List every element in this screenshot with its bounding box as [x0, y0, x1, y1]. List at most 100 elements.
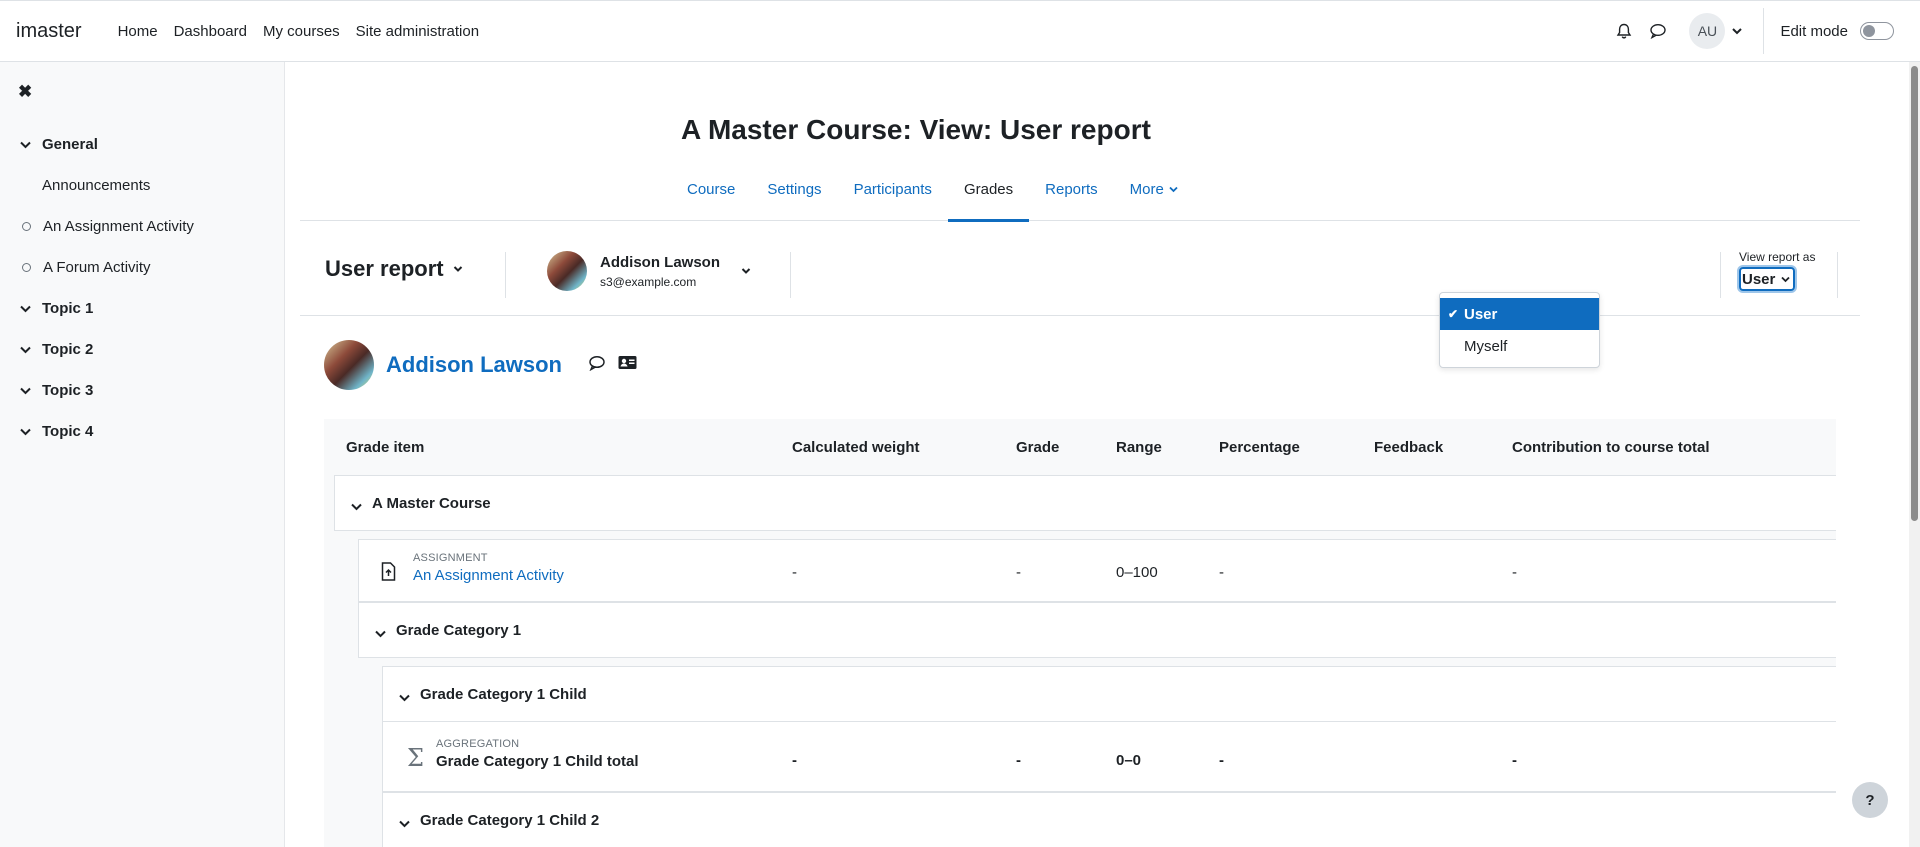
separator: [1837, 252, 1838, 298]
tab-settings[interactable]: Settings: [751, 157, 837, 221]
chevron-down-icon[interactable]: [351, 498, 362, 515]
course-index-item[interactable]: An Assignment Activity: [0, 206, 285, 247]
item-type-label: AGGREGATION: [436, 738, 520, 750]
chevron-down-icon[interactable]: [20, 387, 42, 395]
user-avatar[interactable]: AU: [1689, 13, 1726, 49]
chevron-down-icon: [1777, 271, 1793, 287]
cell-percentage: -: [1219, 752, 1224, 769]
cell-grade: -: [1016, 752, 1021, 769]
nav-site-administration[interactable]: Site administration: [348, 23, 487, 40]
view-report-as-menu: ✔ User Myself: [1439, 292, 1600, 368]
scrollbar-thumb[interactable]: [1911, 66, 1918, 521]
cell-range: 0–100: [1116, 564, 1158, 581]
tab-grades[interactable]: Grades: [947, 157, 1030, 222]
user-avatar: [547, 251, 587, 291]
section-label: Topic 2: [42, 341, 94, 358]
separator: [505, 252, 506, 298]
grade-table: Grade item Calculated weight Grade Range…: [324, 419, 1836, 847]
view-as-option-user[interactable]: ✔ User: [1440, 298, 1599, 330]
chevron-down-icon[interactable]: [375, 625, 386, 642]
check-icon: ✔: [1448, 307, 1459, 321]
nav-dashboard[interactable]: Dashboard: [166, 23, 255, 40]
bell-icon[interactable]: [1607, 14, 1641, 48]
primary-navigation: Home Dashboard My courses Site administr…: [110, 23, 488, 40]
section-label: General: [42, 136, 98, 153]
user-selector[interactable]: Addison Lawson s3@example.com: [547, 251, 754, 291]
course-index-section[interactable]: Topic 2: [0, 329, 285, 370]
chevron-down-icon[interactable]: [399, 689, 410, 706]
id-card-icon[interactable]: [618, 355, 637, 375]
site-brand[interactable]: imaster: [16, 20, 82, 43]
chevron-down-icon: [450, 261, 466, 277]
option-label: Myself: [1464, 337, 1508, 355]
course-index-drawer: ✖ General Announcements An Assignment Ac…: [0, 62, 285, 847]
course-index-section[interactable]: Topic 1: [0, 288, 285, 329]
navbar-divider: [1763, 8, 1765, 54]
chevron-down-icon: [1166, 181, 1182, 197]
chevron-down-icon[interactable]: [20, 141, 42, 149]
table-row: Σ AGGREGATION Grade Category 1 Child tot…: [382, 722, 1836, 792]
course-index-section[interactable]: General: [0, 124, 285, 165]
item-label: A Forum Activity: [43, 259, 151, 276]
tab-more[interactable]: More: [1114, 157, 1198, 221]
assignment-link[interactable]: An Assignment Activity: [413, 567, 564, 584]
tertiary-navigation: User report Addison Lawson s3@example.co…: [300, 238, 1860, 316]
report-selector-label: User report: [325, 256, 444, 281]
category-name: A Master Course: [372, 495, 491, 512]
tab-reports[interactable]: Reports: [1029, 157, 1114, 221]
col-calculated-weight: Calculated weight: [792, 439, 920, 456]
item-label: An Assignment Activity: [43, 218, 194, 235]
tab-participants[interactable]: Participants: [838, 157, 948, 221]
user-profile-picture[interactable]: [324, 340, 374, 390]
edit-mode-toggle[interactable]: [1860, 22, 1894, 40]
navbar-right: AU Edit mode: [1607, 1, 1920, 61]
chevron-down-icon[interactable]: [399, 815, 410, 832]
view-report-as-value: User: [1742, 270, 1776, 288]
view-report-as-dropdown[interactable]: User: [1739, 267, 1795, 291]
separator: [790, 252, 791, 298]
course-index-section[interactable]: Topic 4: [0, 411, 285, 452]
edit-mode-label: Edit mode: [1780, 22, 1848, 40]
secondary-navigation: Course Settings Participants Grades Repo…: [300, 157, 1860, 222]
chevron-down-icon[interactable]: [20, 305, 42, 313]
course-index-item[interactable]: Announcements: [0, 165, 285, 206]
section-label: Topic 1: [42, 300, 94, 317]
messages-icon[interactable]: [1641, 14, 1675, 48]
view-report-as-label: View report as: [1739, 250, 1816, 264]
page-scrollbar[interactable]: [1909, 62, 1920, 847]
selected-user-name: Addison Lawson: [600, 253, 720, 271]
category-row: Grade Category 1 Child 2: [382, 792, 1836, 847]
tab-course[interactable]: Course: [671, 157, 751, 221]
selected-user-email: s3@example.com: [600, 274, 697, 289]
close-icon[interactable]: ✖: [18, 82, 32, 102]
table-header: Grade item Calculated weight Grade Range…: [324, 419, 1836, 475]
message-icon[interactable]: [588, 355, 606, 375]
course-index-item[interactable]: A Forum Activity: [0, 247, 285, 288]
help-button[interactable]: ?: [1852, 782, 1888, 818]
course-index-section[interactable]: Topic 3: [0, 370, 285, 411]
user-profile-link[interactable]: Addison Lawson: [386, 352, 562, 378]
chevron-down-icon[interactable]: [1729, 23, 1745, 39]
completion-circle-icon: [22, 222, 31, 231]
section-label: Topic 4: [42, 423, 94, 440]
report-selector[interactable]: User report: [325, 256, 466, 282]
col-grade-item: Grade item: [346, 439, 425, 456]
cell-weight: -: [792, 752, 797, 769]
main-region: A Master Course: View: User report Cours…: [300, 62, 1860, 847]
item-label: Announcements: [42, 177, 151, 194]
col-feedback: Feedback: [1374, 439, 1444, 456]
section-label: Topic 3: [42, 382, 94, 399]
table-row: ASSIGNMENT An Assignment Activity - - 0–…: [358, 539, 1836, 602]
view-as-option-myself[interactable]: Myself: [1440, 330, 1599, 362]
category-row: Grade Category 1: [358, 602, 1836, 658]
cell-weight: -: [792, 564, 797, 581]
chevron-down-icon[interactable]: [20, 346, 42, 354]
course-index: General Announcements An Assignment Acti…: [0, 124, 285, 452]
cell-contribution: -: [1512, 752, 1517, 769]
category-row: Grade Category 1 Child: [382, 666, 1836, 722]
chevron-down-icon[interactable]: [20, 428, 42, 436]
nav-home[interactable]: Home: [110, 23, 166, 40]
aggregation-name: Grade Category 1 Child total: [436, 753, 639, 770]
nav-my-courses[interactable]: My courses: [255, 23, 348, 40]
tab-more-label: More: [1129, 180, 1164, 198]
